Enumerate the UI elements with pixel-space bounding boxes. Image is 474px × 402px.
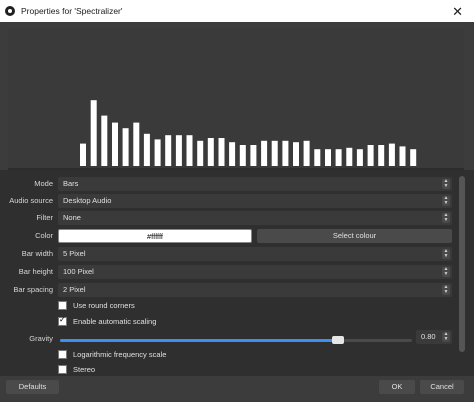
log-scale-checkbox[interactable]: Logarithmic frequency scale [58, 350, 166, 359]
updown-arrows-icon: ▲ ▼ [442, 212, 450, 223]
spectrum-bar [229, 142, 236, 166]
spin-arrows-icon[interactable]: ▲ ▼ [442, 332, 450, 342]
spectrum-bar [122, 128, 129, 166]
updown-arrows-icon: ▲ ▼ [442, 195, 450, 206]
gravity-label: Gravity [29, 334, 53, 343]
slider-thumb[interactable] [332, 336, 345, 344]
obs-logo-icon [5, 6, 15, 16]
properties-scrollbar[interactable] [458, 172, 466, 356]
spectrum-bar [293, 142, 299, 166]
bar-width-value: 5 Pixel [63, 249, 86, 258]
spectrum-bar [133, 122, 140, 166]
gravity-slider[interactable] [60, 336, 412, 344]
updown-arrows-icon: ▲ ▼ [442, 178, 450, 189]
audio-source-label: Audio source [9, 196, 53, 205]
spectrum-bar [367, 145, 374, 166]
spectrum-bar [90, 100, 97, 166]
spectrum-bar [101, 115, 108, 166]
color-label: Color [35, 231, 53, 240]
checkbox-checked-icon[interactable] [58, 315, 67, 326]
audio-source-select[interactable]: Desktop Audio ▲ ▼ [58, 194, 452, 208]
spectrum-bar [356, 149, 363, 166]
audio-source-value: Desktop Audio [63, 196, 112, 205]
spectrum-bar [112, 122, 118, 166]
checkbox-icon[interactable] [58, 365, 67, 374]
spectrum-bar [154, 139, 161, 166]
spectrum-bar [314, 149, 321, 166]
bar-spacing-label: Bar spacing [13, 285, 53, 294]
spectrum-bar [239, 145, 246, 166]
cancel-button[interactable]: Cancel [420, 380, 464, 394]
close-icon[interactable]: ✕ [452, 4, 463, 20]
checkbox-icon[interactable] [58, 350, 67, 359]
spin-arrows-icon[interactable]: ▲ ▼ [442, 285, 450, 295]
spectrum-bar [218, 138, 225, 166]
spectrum-bar [250, 145, 257, 166]
scrollbar-thumb[interactable] [459, 176, 465, 352]
spectrum-bar [271, 140, 278, 166]
checkbox-icon[interactable] [58, 301, 67, 310]
spectrum-bar [346, 147, 353, 166]
spin-arrows-icon[interactable]: ▲ ▼ [442, 249, 450, 259]
mode-value: Bars [63, 179, 79, 188]
ok-button[interactable]: OK [379, 380, 415, 394]
bar-height-spinbox[interactable]: 100 Pixel ▲ ▼ [58, 265, 452, 279]
filter-select[interactable]: None ▲ ▼ [58, 211, 452, 225]
spectrum-bar [143, 133, 150, 166]
spectrum-bar [335, 149, 342, 166]
filter-value: None [63, 213, 81, 222]
spectrum-preview [8, 28, 464, 170]
spectrum-bar [282, 140, 289, 166]
bar-height-label: Bar height [18, 267, 53, 276]
spectrum-bar [261, 140, 268, 166]
spectrum-bar [399, 146, 406, 166]
filter-label: Filter [36, 213, 53, 222]
bar-width-spinbox[interactable]: 5 Pixel ▲ ▼ [58, 247, 452, 261]
round-corners-label: Use round corners [73, 301, 135, 310]
spectrum-bar [378, 145, 385, 166]
spectrum-bar [175, 135, 182, 166]
color-swatch: #ffffff [58, 229, 252, 243]
auto-scaling-checkbox[interactable]: Enable automatic scaling [58, 315, 157, 326]
spectrum-bar [197, 140, 204, 166]
round-corners-checkbox[interactable]: Use round corners [58, 301, 135, 310]
spectrum-bar [186, 135, 193, 166]
bar-height-value: 100 Pixel [63, 267, 94, 276]
gravity-spinbox[interactable]: 0.80 ▲ ▼ [416, 330, 452, 344]
stereo-checkbox[interactable]: Stereo [58, 365, 95, 374]
mode-label: Mode [34, 179, 53, 188]
select-colour-button[interactable]: Select colour [257, 229, 452, 243]
spectrum-bar [388, 143, 395, 166]
title-bar: Properties for 'Spectralizer' ✕ [0, 0, 474, 22]
defaults-button[interactable]: Defaults [6, 380, 59, 394]
spectrum-bar [410, 149, 417, 166]
bar-spacing-value: 2 Pixel [63, 285, 86, 294]
spectrum-bar [207, 138, 214, 166]
spectrum-bar [303, 140, 310, 166]
spectrum-bar [325, 149, 331, 166]
auto-scaling-label: Enable automatic scaling [73, 317, 157, 326]
gravity-value: 0.80 [421, 332, 436, 341]
spectrum-bar [80, 143, 86, 166]
slider-fill [60, 339, 339, 342]
stereo-label: Stereo [73, 365, 96, 374]
spin-arrows-icon[interactable]: ▲ ▼ [442, 267, 450, 277]
spectrum-bar [165, 135, 172, 166]
mode-select[interactable]: Bars ▲ ▼ [58, 177, 452, 191]
log-scale-label: Logarithmic frequency scale [73, 350, 167, 359]
window-title: Properties for 'Spectralizer' [21, 6, 123, 16]
bar-spacing-spinbox[interactable]: 2 Pixel ▲ ▼ [58, 283, 452, 297]
bar-width-label: Bar width [21, 249, 53, 258]
spectrum-visualization [80, 100, 417, 166]
